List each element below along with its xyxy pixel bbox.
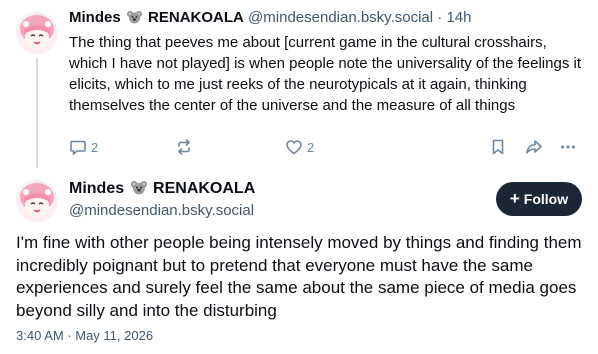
like-icon <box>285 138 303 156</box>
author-handle[interactable]: @mindesendian.bsky.social <box>248 9 433 26</box>
post-header: Mindes RENAKOALA @mindesendian.bsky.soci… <box>69 9 471 28</box>
author-name[interactable]: Mindes <box>69 9 121 26</box>
post-text: I'm fine with other people being intense… <box>16 233 582 320</box>
parent-post[interactable]: Mindes RENAKOALA @mindesendian.bsky.soci… <box>0 0 598 170</box>
avatar[interactable] <box>16 180 58 222</box>
like-button[interactable]: 2 <box>285 138 314 156</box>
post-time[interactable]: 14h <box>446 9 471 26</box>
reply-button[interactable]: 2 <box>69 138 98 156</box>
author-name[interactable]: Mindes <box>69 180 124 197</box>
bookmark-button[interactable] <box>489 138 507 156</box>
share-button[interactable] <box>525 138 543 156</box>
follow-button[interactable]: + Follow <box>496 182 582 216</box>
more-options-button[interactable] <box>559 138 577 156</box>
author-name-suffix[interactable]: RENAKOALA <box>148 9 244 26</box>
reply-count: 2 <box>91 139 99 155</box>
avatar-image <box>16 12 58 54</box>
share-icon <box>525 138 543 156</box>
post-actions: 2 2 <box>69 138 589 160</box>
repost-icon <box>175 138 193 156</box>
author-handle[interactable]: @mindesendian.bsky.social <box>69 202 254 219</box>
more-icon <box>559 138 577 156</box>
reply-icon <box>69 138 87 156</box>
plus-icon: + <box>509 189 520 208</box>
post-text: The thing that peeves me about [current … <box>69 34 581 114</box>
koala-emoji-icon <box>130 180 147 200</box>
post-timestamp[interactable]: 3:40 AM · May 11, 2026 <box>16 328 153 343</box>
like-count: 2 <box>307 139 315 155</box>
follow-label: Follow <box>523 191 569 207</box>
author-display-name[interactable]: Mindes RENAKOALA <box>69 180 255 200</box>
avatar[interactable] <box>16 12 58 54</box>
avatar-image <box>16 180 58 222</box>
bookmark-icon <box>489 138 507 156</box>
repost-button[interactable] <box>175 138 193 156</box>
koala-emoji-icon <box>126 10 142 28</box>
separator-dot: · <box>437 9 443 26</box>
author-name-suffix[interactable]: RENAKOALA <box>153 180 255 197</box>
thread-line <box>36 58 38 168</box>
